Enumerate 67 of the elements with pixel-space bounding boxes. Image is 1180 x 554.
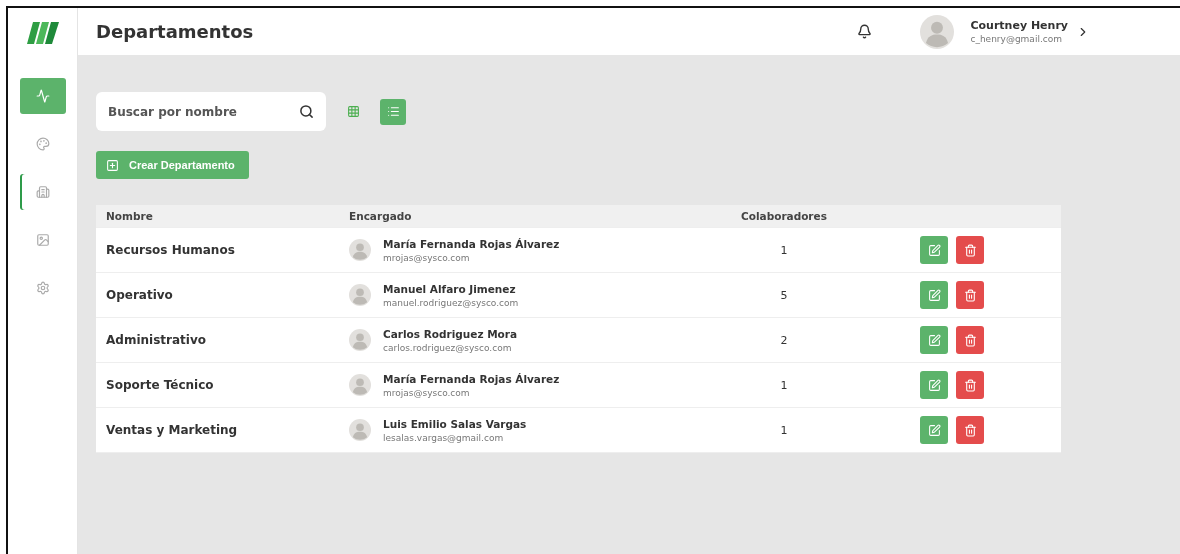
- department-name: Operativo: [106, 288, 174, 302]
- department-name: Administrativo: [106, 333, 207, 347]
- department-name: Soporte Técnico: [106, 378, 215, 392]
- list-icon: [386, 105, 400, 118]
- manager-avatar: [349, 329, 371, 351]
- palette-icon: [35, 137, 50, 151]
- manager-avatar: [349, 374, 371, 396]
- manager-name: Manuel Alfaro Jimenez: [383, 282, 517, 295]
- manager-email: lesalas.vargas@gmail.com: [383, 432, 505, 443]
- edit-button[interactable]: [920, 416, 948, 444]
- manager-avatar: [349, 419, 371, 441]
- user-name: Courtney Henry: [970, 19, 1068, 32]
- trash-icon: [963, 423, 977, 437]
- collaborator-count: 1: [779, 378, 789, 392]
- delete-button[interactable]: [956, 371, 984, 399]
- edit-icon: [927, 333, 941, 347]
- edit-icon: [927, 288, 941, 302]
- create-button[interactable]: Crear Departamento: [96, 151, 249, 179]
- manager-name: Carlos Rodriguez Mora: [383, 327, 518, 340]
- grid-icon: [346, 105, 360, 118]
- manager-email: mrojas@sysco.com: [383, 387, 471, 398]
- image-icon: [35, 233, 50, 247]
- manager-avatar: [349, 284, 371, 306]
- column-header: Nombre: [106, 210, 154, 222]
- delete-button[interactable]: [956, 416, 984, 444]
- search-icon: [299, 104, 314, 119]
- buildings-icon: [35, 185, 50, 199]
- edit-icon: [927, 423, 941, 437]
- edit-button[interactable]: [920, 236, 948, 264]
- edit-icon: [927, 243, 941, 257]
- settings-icon: [35, 281, 50, 295]
- page-title: Departamentos: [96, 21, 255, 42]
- manager-name: Luis Emilio Salas Vargas: [383, 417, 527, 430]
- trash-icon: [963, 378, 977, 392]
- trash-icon: [963, 243, 977, 257]
- logo: [26, 22, 59, 44]
- manager-name: María Fernanda Rojas Álvarez: [383, 372, 560, 385]
- user-email: c_henry@gmail.com: [970, 34, 1063, 44]
- search-field[interactable]: Buscar por nombre: [96, 92, 326, 131]
- list-view-button[interactable]: [380, 98, 406, 125]
- manager-email: mrojas@sysco.com: [383, 252, 471, 263]
- trash-icon: [963, 333, 977, 347]
- collaborator-count: 1: [779, 243, 789, 257]
- manager-name: María Fernanda Rojas Álvarez: [383, 237, 560, 250]
- edit-icon: [927, 378, 941, 392]
- activity-icon: [35, 89, 50, 103]
- plus-icon: [106, 158, 119, 172]
- edit-button[interactable]: [920, 281, 948, 309]
- collaborator-count: 1: [779, 423, 789, 437]
- sidebar-item[interactable]: [19, 78, 66, 114]
- user-avatar: [920, 14, 955, 49]
- bell-icon[interactable]: [857, 24, 873, 39]
- collaborator-count: 2: [779, 333, 789, 347]
- department-name: Recursos Humanos: [106, 243, 236, 257]
- delete-button[interactable]: [956, 326, 984, 354]
- department-name: Ventas y Marketing: [106, 423, 239, 437]
- manager-email: carlos.rodriguez@sysco.com: [383, 342, 513, 353]
- delete-button[interactable]: [956, 236, 984, 264]
- edit-button[interactable]: [920, 326, 948, 354]
- edit-button[interactable]: [920, 371, 948, 399]
- column-header: Colaboradores: [740, 210, 828, 222]
- manager-avatar: [349, 239, 371, 261]
- delete-button[interactable]: [956, 281, 984, 309]
- trash-icon: [963, 288, 977, 302]
- manager-email: manuel.rodriguez@sysco.com: [383, 297, 519, 308]
- column-header: Encargado: [349, 210, 413, 222]
- collaborator-count: 5: [779, 288, 789, 302]
